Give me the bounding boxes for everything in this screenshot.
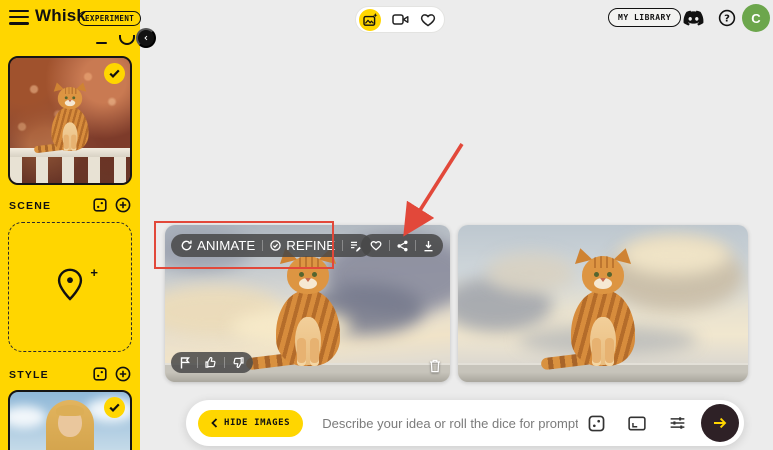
discord-button[interactable]	[683, 10, 704, 26]
plus-icon: +	[90, 264, 98, 280]
mode-image-button[interactable]	[359, 8, 381, 31]
chevron-left-icon	[144, 35, 148, 41]
check-icon	[109, 69, 120, 78]
dice-icon	[93, 367, 107, 381]
delete-button[interactable]	[429, 359, 441, 373]
style-thumbnail[interactable]	[8, 390, 132, 450]
share-button[interactable]	[397, 240, 408, 252]
mode-video-button[interactable]	[392, 13, 409, 26]
divider	[389, 240, 390, 251]
help-button[interactable]: ?	[718, 9, 736, 27]
menu-icon[interactable]	[9, 10, 29, 26]
location-pin-icon	[57, 268, 83, 301]
divider	[342, 240, 344, 251]
experiment-badge: EXPERIMENT	[78, 11, 142, 26]
generated-image-2[interactable]	[458, 225, 748, 382]
partial-dice-icon[interactable]	[96, 42, 107, 45]
divider	[415, 240, 416, 251]
fence-slats	[10, 157, 130, 183]
prompt-bar: HIDE IMAGES	[186, 400, 744, 446]
my-library-button[interactable]: MY LIBRARY	[608, 8, 682, 27]
download-icon	[424, 240, 433, 251]
image-actions-pill: ANIMATE REFINE	[171, 234, 373, 257]
scene-dice-button[interactable]	[93, 198, 107, 212]
subject-thumbnail[interactable]	[8, 56, 132, 185]
heart-icon	[420, 13, 436, 27]
thumb-down-icon	[233, 357, 244, 368]
thumbs-down-button[interactable]	[232, 357, 244, 368]
annotation-arrow	[403, 143, 464, 237]
thumbs-up-button[interactable]	[205, 357, 217, 368]
share-icon	[397, 240, 408, 251]
whisk-app: Whisk EXPERIMENT SCENE + STYLE MY LIBRAR…	[0, 0, 773, 450]
aspect-ratio-icon	[628, 416, 646, 430]
scene-label: SCENE	[9, 200, 52, 212]
settings-button[interactable]	[669, 415, 686, 431]
refine-button[interactable]: REFINE	[270, 238, 335, 252]
cat-artwork	[540, 246, 641, 371]
cat-figure	[33, 81, 92, 154]
prompt-dice-button[interactable]	[588, 415, 605, 432]
dice-icon	[93, 198, 107, 212]
mode-favorites-button[interactable]	[420, 13, 436, 27]
svg-text:?: ?	[724, 14, 730, 25]
mode-switcher	[355, 6, 445, 33]
cat-artwork	[244, 246, 346, 371]
animate-button[interactable]: ANIMATE	[181, 238, 255, 252]
image-feedback-pill	[171, 352, 253, 373]
style-dice-button[interactable]	[93, 367, 107, 381]
ingredients-sidebar: Whisk EXPERIMENT SCENE + STYLE	[0, 0, 142, 450]
plus-circle-icon	[115, 197, 131, 213]
flag-icon	[180, 356, 190, 368]
submit-button[interactable]	[701, 404, 739, 442]
tune-icon	[670, 417, 685, 429]
chevron-left-icon	[211, 418, 218, 428]
animate-icon	[181, 240, 192, 251]
hide-images-button[interactable]: HIDE IMAGES	[198, 409, 304, 437]
style-add-button[interactable]	[115, 366, 131, 382]
image-media-pill	[361, 234, 443, 257]
divider	[224, 357, 225, 368]
prompt-tools	[588, 415, 686, 432]
video-icon	[392, 14, 409, 25]
heart-icon	[370, 241, 382, 251]
image-sparkle-icon	[362, 12, 377, 26]
hide-images-label: HIDE IMAGES	[224, 418, 291, 428]
scene-dropzone[interactable]: +	[8, 222, 132, 352]
refine-check-icon	[270, 240, 281, 251]
aspect-ratio-button[interactable]	[628, 416, 646, 431]
partial-add-icon[interactable]	[119, 35, 135, 45]
download-button[interactable]	[423, 240, 434, 252]
generated-image-1[interactable]: ANIMATE REFINE	[165, 225, 450, 382]
selected-check-badge[interactable]	[104, 397, 125, 418]
selected-check-badge[interactable]	[104, 63, 125, 84]
plus-circle-icon	[115, 366, 131, 382]
report-button[interactable]	[180, 356, 190, 369]
woman-figure	[25, 400, 115, 450]
help-icon: ?	[718, 9, 736, 27]
prompt-input[interactable]	[320, 414, 580, 432]
divider	[197, 357, 198, 368]
trash-icon	[430, 359, 440, 373]
style-label: STYLE	[9, 369, 49, 381]
thumb-up-icon	[205, 357, 216, 368]
collapse-sidebar-button[interactable]	[136, 28, 156, 48]
arrow-right-icon	[714, 417, 727, 429]
scene-add-button[interactable]	[115, 197, 131, 213]
favorite-button[interactable]	[370, 240, 382, 251]
dice-icon	[588, 415, 605, 431]
avatar[interactable]: C	[742, 4, 770, 32]
divider	[262, 240, 264, 251]
check-icon	[109, 403, 120, 412]
discord-icon	[683, 10, 704, 26]
